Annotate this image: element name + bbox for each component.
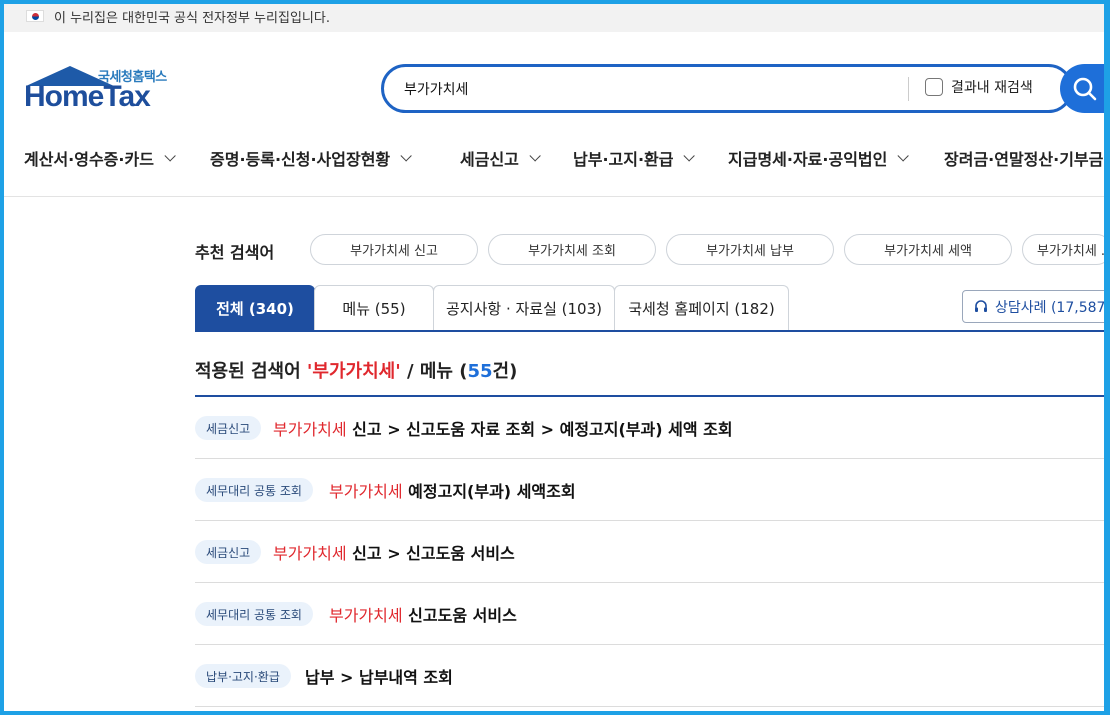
result-link[interactable]: 부가가치세 신고 > 신고도움 자료 조회 > 예정고지(부과) 세액 조회 <box>273 416 733 440</box>
category-badge: 세무대리 공통 조회 <box>195 478 313 502</box>
tab-notice[interactable]: 공지사항 · 자료실 (103) <box>433 285 615 330</box>
result-header-prefix: 적용된 검색어 <box>195 361 307 382</box>
tab-all[interactable]: 전체 (340) <box>195 285 315 330</box>
result-count: 55 <box>467 361 493 382</box>
nav-label: 지급명세·자료·공익법인 <box>728 150 888 169</box>
result-link[interactable]: 부가가치세 신고 > 신고도움 서비스 <box>273 540 515 564</box>
result-keyword: 부가가치세 <box>273 544 347 563</box>
korea-flag-icon <box>26 10 44 22</box>
result-path: 신고 > 신고도움 서비스 <box>346 544 515 563</box>
result-path: 납부 > 납부내역 조회 <box>305 668 453 687</box>
result-link[interactable]: 부가가치세 신고도움 서비스 <box>329 602 517 626</box>
gov-banner-text: 이 누리집은 대한민국 공식 전자정부 누리집입니다. <box>54 10 330 26</box>
result-path: 신고 > 신고도움 자료 조회 > 예정고지(부과) 세액 조회 <box>346 420 733 439</box>
search-icon <box>1073 77 1097 100</box>
category-badge: 납부·고지·환급 <box>195 664 291 688</box>
nav-item-certificate[interactable]: 증명·등록·신청·사업장현황 <box>210 146 412 170</box>
result-row[interactable]: 세금신고 부가가치세 신고 > 신고도움 서비스 <box>195 521 1110 583</box>
nav-item-payment[interactable]: 납부·고지·환급 <box>573 146 696 170</box>
search-button[interactable] <box>1060 64 1110 113</box>
result-link[interactable]: 부가가치세 예정고지(부과) 세액조회 <box>329 478 576 502</box>
recommended-label: 추천 검색어 <box>195 243 275 262</box>
logo-text: HomeTax <box>24 80 151 113</box>
nav-item-payment-statement[interactable]: 지급명세·자료·공익법인 <box>728 146 910 170</box>
gov-banner: 이 누리집은 대한민국 공식 전자정부 누리집입니다. <box>0 0 1110 32</box>
result-header-suffix: 건) <box>492 361 518 382</box>
recommended-chip[interactable]: 부가가치세 세액 <box>844 234 1012 265</box>
chevron-down-icon <box>529 150 541 162</box>
consult-cases-label: 상담사례 (17,587) <box>995 299 1110 316</box>
result-row[interactable]: 납부·고지·환급 납부 > 납부내역 조회 <box>195 645 1110 707</box>
tab-menu[interactable]: 메뉴 (55) <box>314 285 434 330</box>
chevron-down-icon <box>683 150 696 162</box>
recheck-option[interactable]: 결과내 재검색 <box>925 77 1033 97</box>
chevron-down-icon <box>164 150 176 162</box>
category-badge: 세금신고 <box>195 416 262 440</box>
recheck-label: 결과내 재검색 <box>951 80 1033 96</box>
nav-label: 세금신고 <box>460 150 519 169</box>
result-row[interactable]: 세무대리 공통 조회 부가가치세 신고도움 서비스 <box>195 583 1110 645</box>
tab-nts-homepage[interactable]: 국세청 홈페이지 (182) <box>614 285 789 330</box>
result-row[interactable]: 세금신고 부가가치세 신고 > 신고도움 자료 조회 > 예정고지(부과) 세액… <box>195 397 1110 459</box>
headset-icon <box>975 299 987 312</box>
search-divider <box>908 77 909 101</box>
nav-item-invoice[interactable]: 계산서·영수증·카드 <box>24 146 176 170</box>
hometax-logo[interactable]: 국세청홈택스 HomeTax <box>24 64 184 116</box>
recommended-chip[interactable]: 부가가치세 신고 <box>310 234 478 265</box>
result-keyword: 부가가치세 <box>329 482 403 501</box>
result-header: 적용된 검색어 '부가가치세' / 메뉴 (55건) <box>195 357 517 383</box>
consult-cases-button[interactable]: 상담사례 (17,587) <box>962 290 1110 323</box>
recommended-chip[interactable]: 부가가치세 ... <box>1022 234 1110 265</box>
search-box: 결과내 재검색 <box>381 64 1073 113</box>
main-nav: 계산서·영수증·카드 증명·등록·신청·사업장현황 세금신고 납부·고지·환급 … <box>0 140 1110 176</box>
result-keyword: 부가가치세 <box>329 606 403 625</box>
chevron-down-icon <box>400 150 412 162</box>
applied-keyword: '부가가치세' <box>306 361 401 382</box>
tab-underline <box>195 330 1110 332</box>
nav-divider <box>0 196 1110 197</box>
nav-label: 계산서·영수증·카드 <box>24 150 154 169</box>
recommended-chip[interactable]: 부가가치세 조회 <box>488 234 656 265</box>
recommended-chip[interactable]: 부가가치세 납부 <box>666 234 834 265</box>
search-input[interactable] <box>404 80 904 97</box>
category-badge: 세무대리 공통 조회 <box>195 602 313 626</box>
category-badge: 세금신고 <box>195 540 262 564</box>
result-keyword: 부가가치세 <box>273 420 347 439</box>
result-link[interactable]: 납부 > 납부내역 조회 <box>305 664 453 688</box>
result-path: 신고도움 서비스 <box>402 606 517 625</box>
nav-item-incentive[interactable]: 장려금·연말정산·기부금 <box>944 146 1103 170</box>
recheck-checkbox[interactable] <box>925 78 943 96</box>
nav-label: 증명·등록·신청·사업장현황 <box>210 150 391 169</box>
chevron-down-icon <box>897 150 910 162</box>
result-row[interactable]: 세무대리 공통 조회 부가가치세 예정고지(부과) 세액조회 <box>195 459 1110 521</box>
nav-label: 납부·고지·환급 <box>573 150 674 169</box>
nav-label: 장려금·연말정산·기부금 <box>944 150 1104 169</box>
result-path: 예정고지(부과) 세액조회 <box>402 482 576 501</box>
nav-item-tax-report[interactable]: 세금신고 <box>460 146 541 170</box>
result-header-middle: / 메뉴 ( <box>400 361 468 382</box>
